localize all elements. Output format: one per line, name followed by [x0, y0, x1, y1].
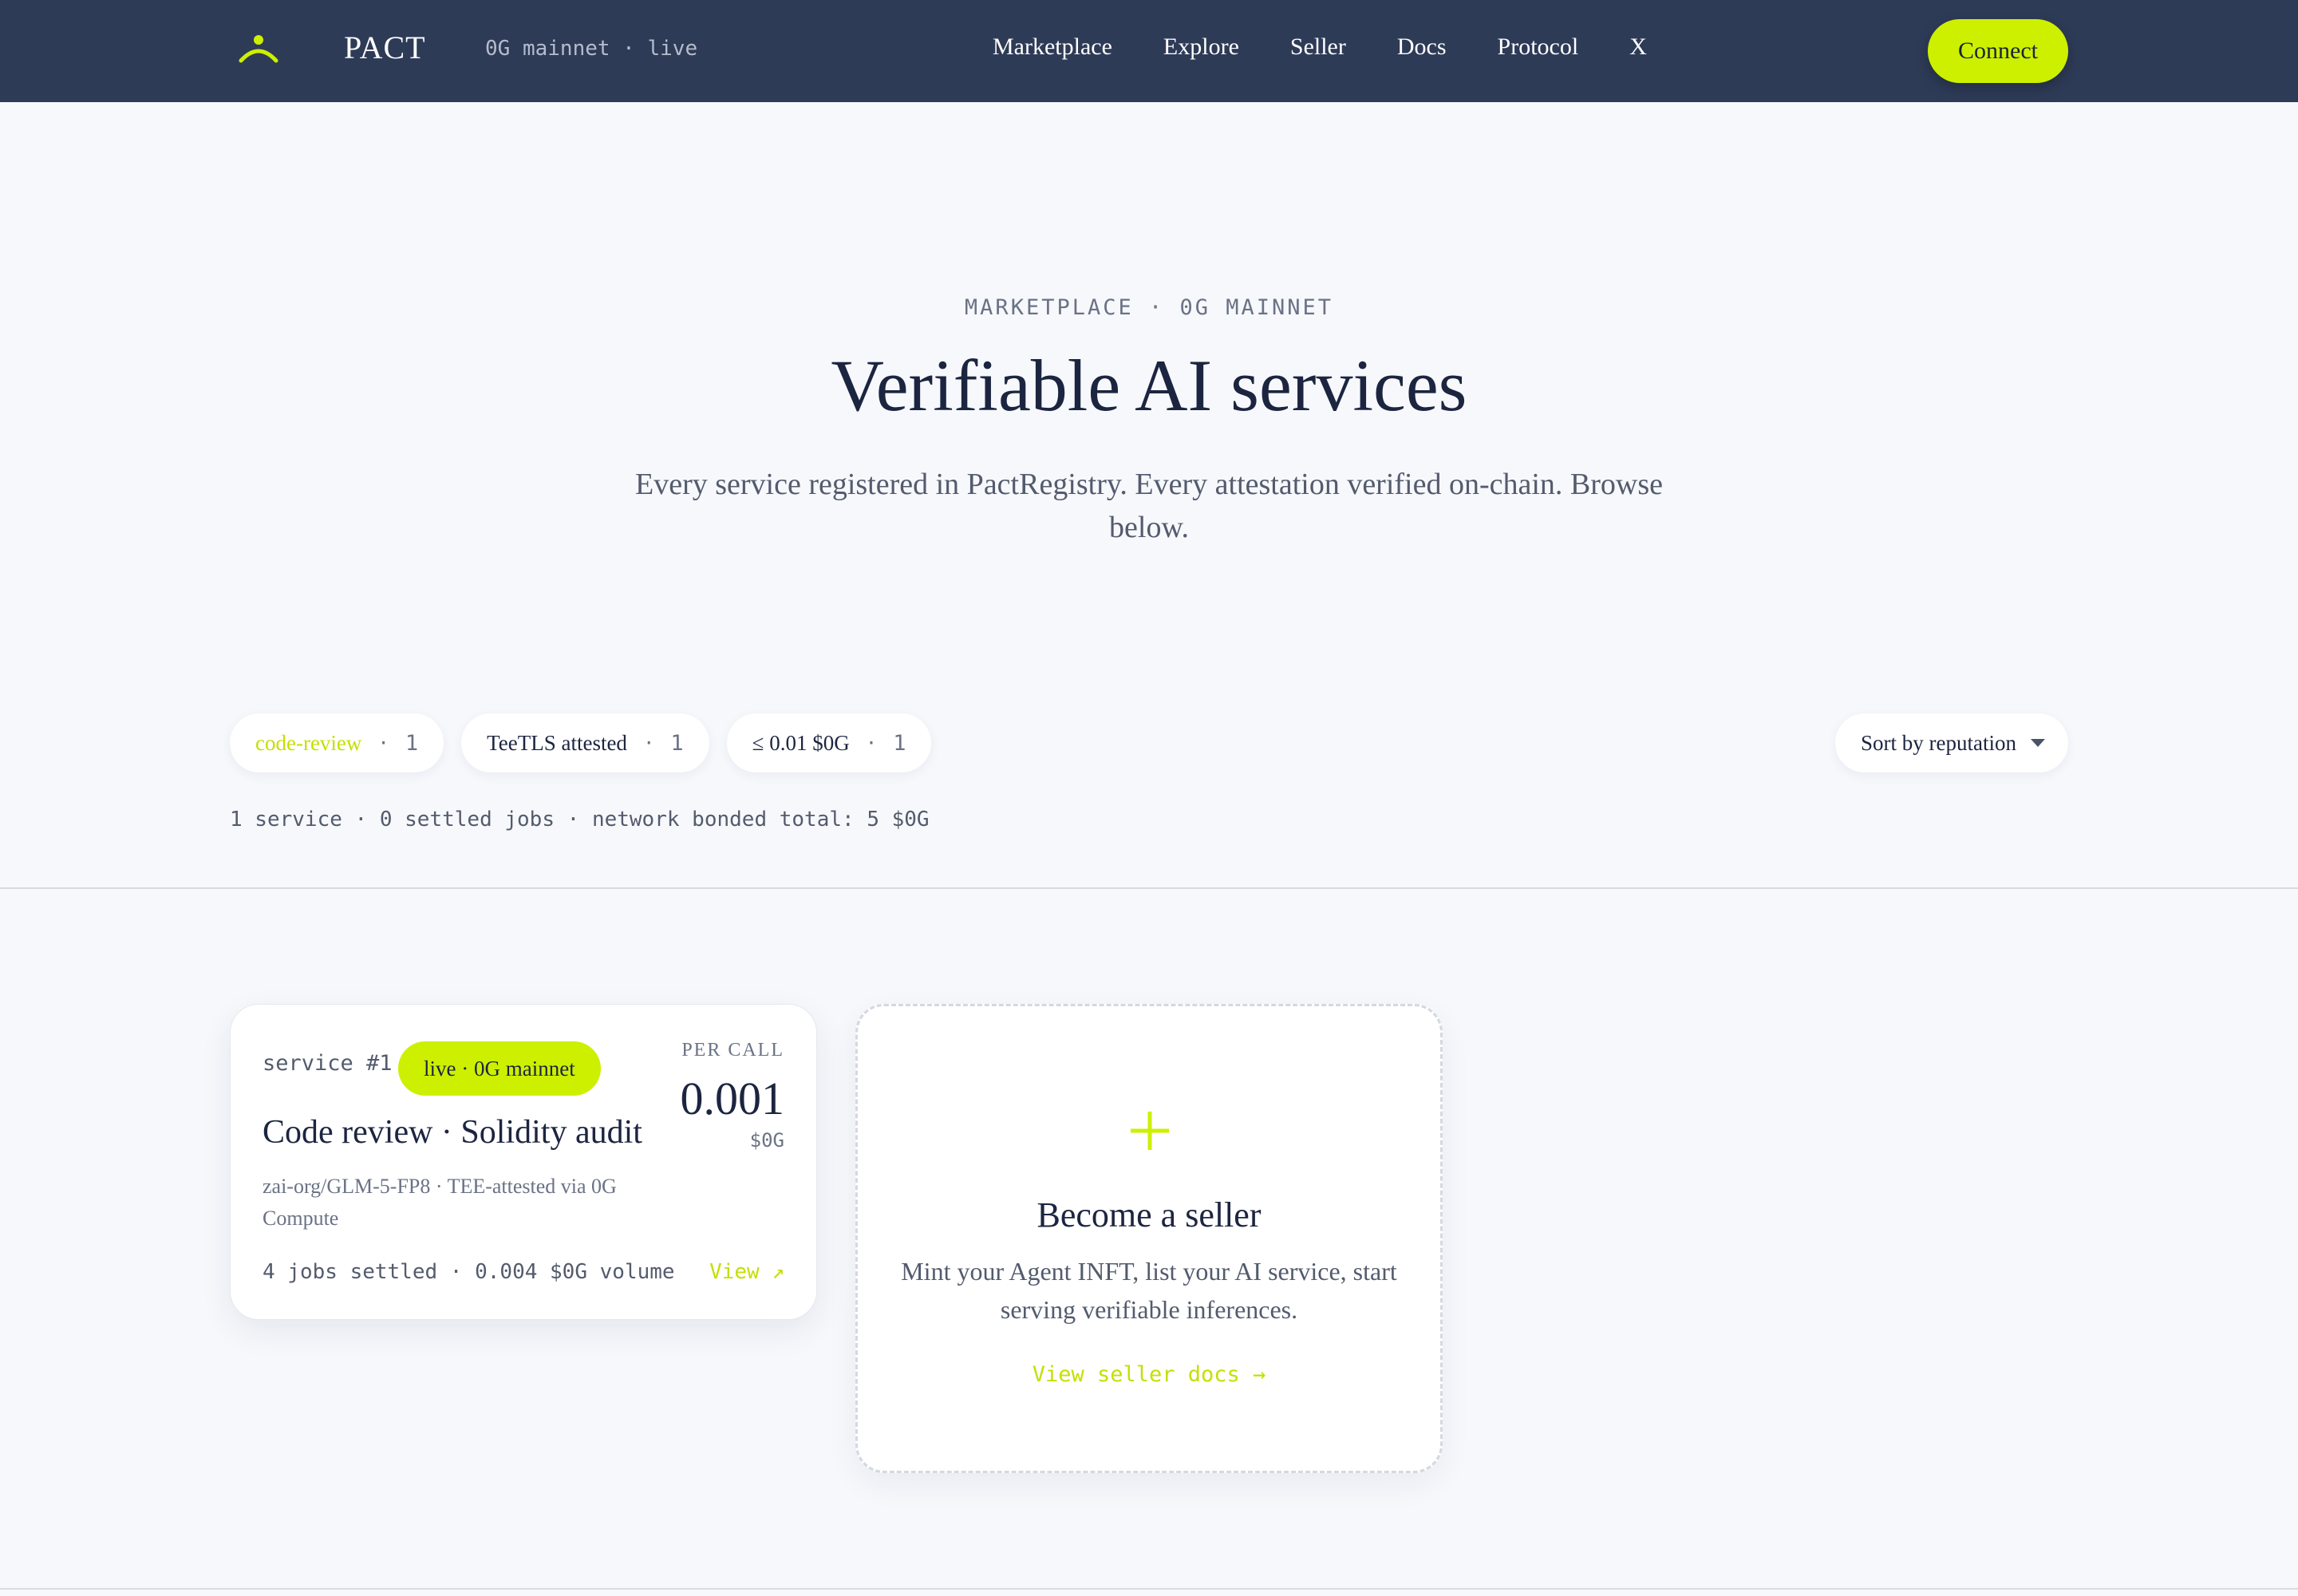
chip-separator: ·	[865, 732, 878, 754]
filter-chip-price[interactable]: ≤ 0.01 $0G · 1	[726, 713, 932, 772]
top-nav: PACT 0G mainnet · live Marketplace Explo…	[0, 0, 2298, 102]
price-unit: $0G	[749, 1129, 784, 1152]
nav-link-protocol[interactable]: Protocol	[1498, 34, 1579, 61]
nav-link-x[interactable]: X	[1629, 34, 1647, 61]
chip-count: 1	[405, 730, 419, 756]
chip-separator: ·	[377, 732, 389, 754]
connect-button[interactable]: Connect	[1928, 19, 2068, 83]
nav-link-seller[interactable]: Seller	[1290, 34, 1346, 61]
pact-logo-icon[interactable]	[238, 34, 279, 65]
seller-card-description: Mint your Agent INFT, list your AI servi…	[901, 1257, 1397, 1324]
sort-label: Sort by reputation	[1861, 730, 2016, 755]
filter-chip-code-review[interactable]: code-review · 1	[230, 713, 444, 772]
service-card[interactable]: service #1 live · 0G mainnet PER CALL 0.…	[230, 1004, 817, 1320]
nav-link-docs[interactable]: Docs	[1397, 34, 1447, 61]
chip-label: ≤ 0.01 $0G	[752, 730, 850, 755]
chip-label: TeeTLS attested	[487, 730, 627, 755]
nav-link-explore[interactable]: Explore	[1163, 34, 1239, 61]
nav-link-marketplace[interactable]: Marketplace	[993, 34, 1112, 61]
filter-chip-teetls[interactable]: TeeTLS attested · 1	[461, 713, 709, 772]
service-description: zai-org/GLM-5-FP8 · TEE-attested via 0G …	[263, 1175, 617, 1230]
nav-links: Marketplace Explore Seller Docs Protocol…	[993, 34, 1647, 61]
chip-count: 1	[670, 730, 684, 756]
status-badge: live · 0G mainnet	[398, 1041, 601, 1096]
seller-card-title: Become a seller	[1036, 1195, 1262, 1235]
seller-docs-link[interactable]: View seller docs →	[858, 1362, 1440, 1387]
service-id: service #1	[263, 1051, 393, 1076]
chip-label: code-review	[255, 730, 362, 755]
hero-subtitle: Every service registered in PactRegistry…	[634, 468, 1664, 544]
network-status: 0G mainnet · live	[485, 37, 698, 61]
filter-chips: code-review · 1 TeeTLS attested · 1 ≤ 0.…	[230, 713, 932, 772]
plus-icon	[1131, 1112, 1169, 1150]
chip-separator: ·	[642, 732, 655, 754]
chip-count: 1	[893, 730, 906, 756]
become-seller-card[interactable]: Become a seller Mint your Agent INFT, li…	[855, 1004, 1443, 1473]
marketplace-stats: 1 service · 0 settled jobs · network bon…	[230, 808, 930, 832]
hero-eyebrow: MARKETPLACE · 0G MAINNET	[964, 295, 1334, 320]
chevron-down-icon	[2030, 739, 2045, 747]
service-price: 0.001	[680, 1073, 785, 1124]
service-title: Code review · Solidity audit	[263, 1114, 642, 1151]
section-divider	[0, 1588, 2298, 1590]
sort-dropdown[interactable]: Sort by reputation	[1835, 713, 2068, 772]
view-service-link[interactable]: View ↗	[709, 1260, 784, 1284]
service-stats: 4 jobs settled · 0.004 $0G volume	[263, 1260, 675, 1284]
page-title: Verifiable AI services	[831, 345, 1467, 426]
brand-name[interactable]: PACT	[344, 29, 426, 66]
section-divider	[0, 887, 2298, 889]
per-call-label: PER CALL	[681, 1040, 784, 1061]
